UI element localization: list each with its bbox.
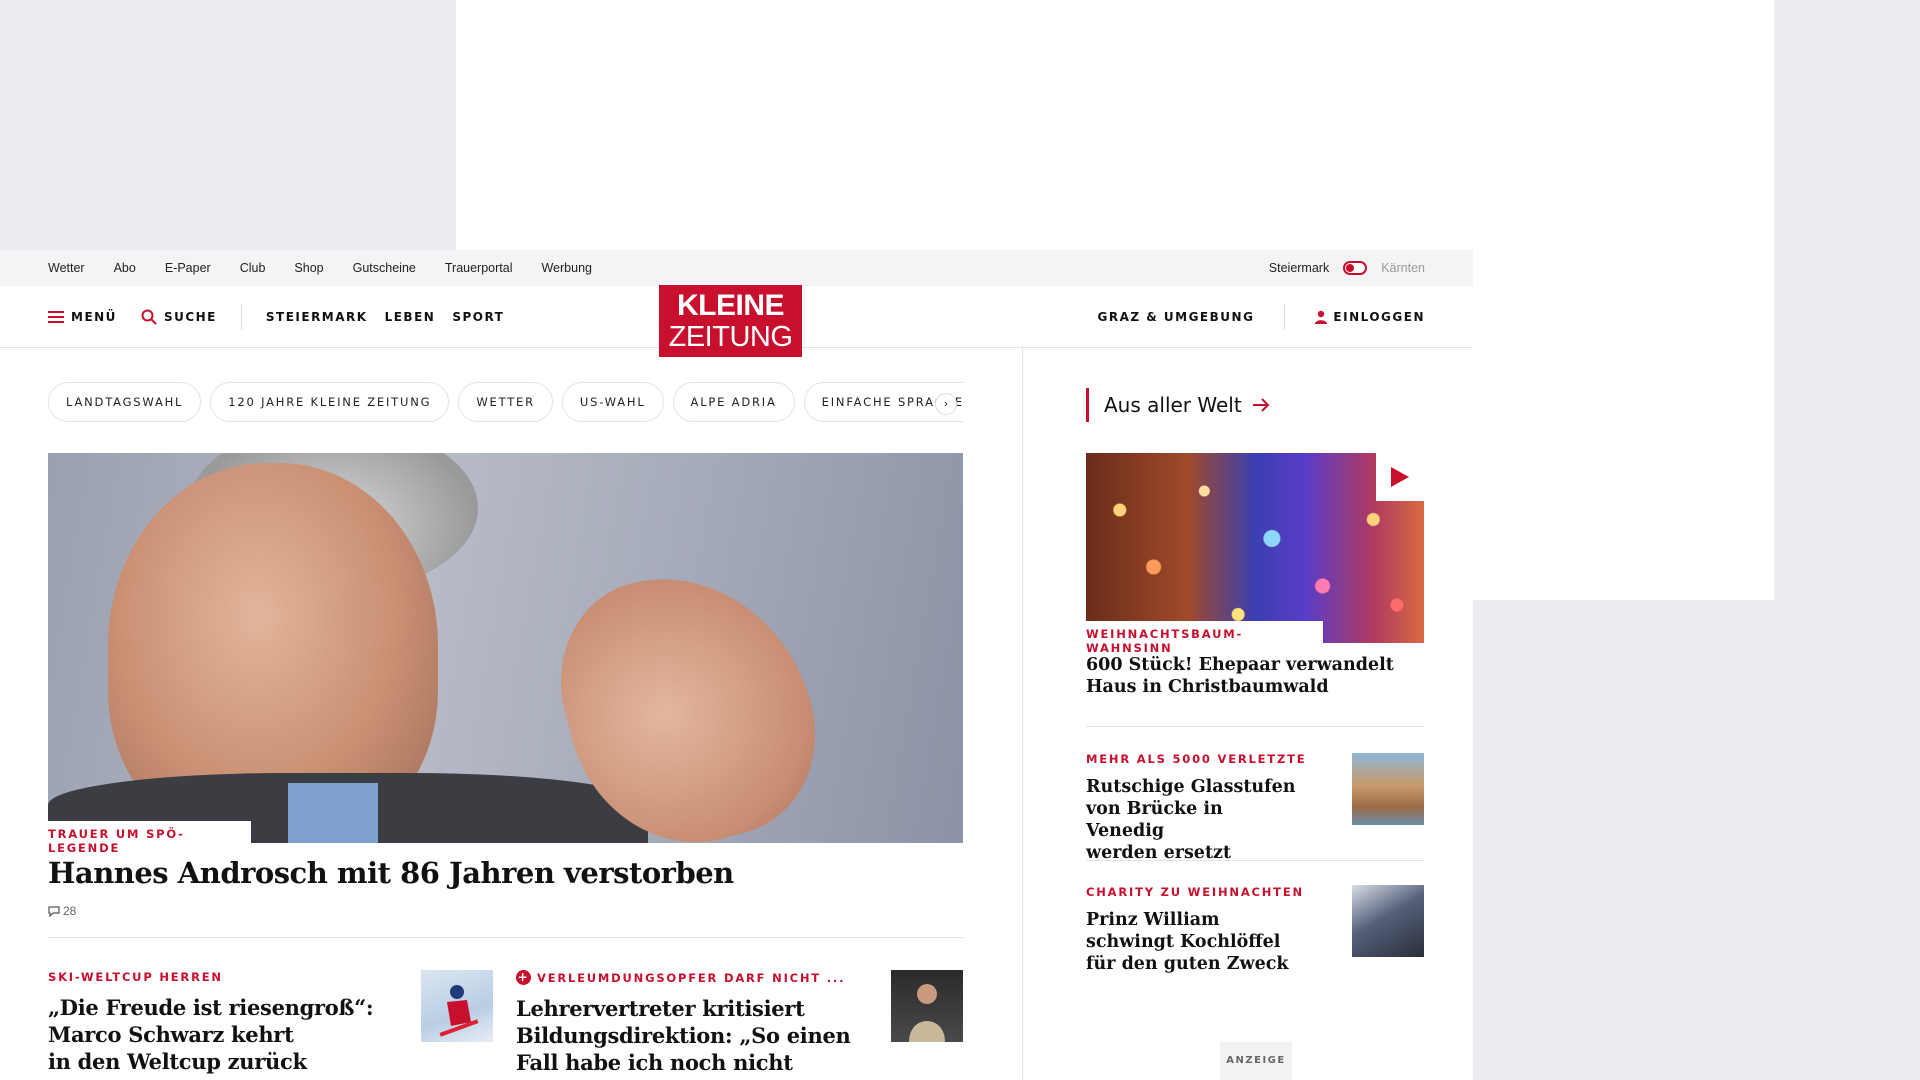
tags-next-button[interactable]: › — [935, 393, 957, 415]
sidebar-heading-link[interactable]: Aus aller Welt — [1086, 388, 1270, 422]
nav-link-local[interactable]: GRAZ & UMGEBUNG — [1098, 310, 1255, 324]
featured-kicker: WEIHNACHTSBAUM-WAHNSINN — [1086, 627, 1244, 655]
article-teaser[interactable]: SKI-WELTCUP HERREN „Die Freude ist riese… — [48, 970, 378, 1075]
region-active-label[interactable]: Steiermark — [1269, 261, 1329, 275]
user-icon — [1315, 310, 1328, 324]
article-thumbnail[interactable] — [421, 970, 493, 1042]
search-button[interactable]: SUCHE — [141, 309, 217, 325]
search-label: SUCHE — [163, 309, 217, 324]
comment-count-value: 28 — [63, 904, 77, 918]
sidebar-teaser[interactable]: CHARITY ZU WEIHNACHTEN Prinz William sch… — [1086, 885, 1424, 975]
divider — [48, 937, 963, 938]
hero-image[interactable] — [48, 453, 963, 843]
service-link-trauerportal[interactable]: Trauerportal — [445, 261, 513, 275]
arrow-right-icon — [1252, 398, 1270, 412]
tag-chip[interactable]: LANDTAGSWAHL — [48, 382, 202, 422]
service-link-abo[interactable]: Abo — [114, 261, 136, 275]
main-navigation: MENÜ SUCHE STEIERMARK LEBEN SPORT KLEINE… — [0, 285, 1473, 357]
article-teaser[interactable]: + VERLEUMDUNGSOPFER DARF NICHT ... Lehre… — [516, 970, 856, 1080]
title-line: Rutschige Glasstufen — [1086, 777, 1296, 797]
nav-divider — [1284, 303, 1286, 330]
topic-tags: LANDTAGSWAHL 120 JAHRE KLEINE ZEITUNG WE… — [48, 382, 963, 422]
nav-divider — [240, 303, 242, 330]
site-logo[interactable]: KLEINE ZEITUNG — [659, 285, 802, 357]
article-thumbnail[interactable] — [1352, 753, 1424, 825]
title-line: Lehrervertreter kritisiert — [516, 996, 805, 1021]
nav-link-leben[interactable]: LEBEN — [385, 310, 436, 324]
service-link-werbung[interactable]: Werbung — [541, 261, 592, 275]
service-link-club[interactable]: Club — [240, 261, 266, 275]
nav-link-steiermark[interactable]: STEIERMARK — [266, 310, 368, 324]
hero-kicker-box: TRAUER UM SPÖ-LEGENDE — [48, 821, 251, 855]
comment-count[interactable]: 28 — [48, 904, 76, 918]
article-title: „Die Freude ist riesengroß“: Marco Schwa… — [48, 994, 378, 1075]
article-kicker: VERLEUMDUNGSOPFER DARF NICHT ... — [537, 970, 846, 985]
divider — [1086, 860, 1424, 861]
tag-chip[interactable]: 120 JAHRE KLEINE ZEITUNG — [210, 382, 450, 422]
service-link-epaper[interactable]: E-Paper — [165, 261, 211, 275]
article-thumbnail[interactable] — [891, 970, 963, 1042]
title-line: für den guten Zweck — [1086, 954, 1289, 974]
title-line: Marco Schwarz kehrt — [48, 1022, 294, 1047]
region-toggle[interactable] — [1343, 261, 1368, 275]
title-line: Bildungsdirektion: „So einen — [516, 1023, 851, 1048]
comment-icon — [48, 905, 60, 917]
ad-banner-top[interactable] — [456, 0, 1774, 250]
featured-kicker-box: WEIHNACHTSBAUM-WAHNSINN — [1086, 621, 1323, 655]
title-line: schwingt Kochlöffel — [1086, 932, 1281, 952]
premium-plus-icon: + — [516, 970, 531, 985]
service-link-wetter[interactable]: Wetter — [48, 261, 85, 275]
region-switch: Steiermark Kärnten — [1269, 261, 1425, 275]
content-area: LANDTAGSWAHL 120 JAHRE KLEINE ZEITUNG WE… — [0, 348, 1473, 1080]
service-link-shop[interactable]: Shop — [294, 261, 323, 275]
title-line: Fall habe ich noch nicht erlebt“ — [516, 1050, 793, 1080]
article-kicker: SKI-WELTCUP HERREN — [48, 970, 223, 984]
title-line: Prinz William — [1086, 910, 1220, 930]
sidebar-heading: Aus aller Welt — [1104, 393, 1242, 417]
region-inactive-label[interactable]: Kärnten — [1381, 261, 1425, 275]
ad-skyscraper-right[interactable] — [1473, 250, 1774, 600]
play-button[interactable] — [1376, 453, 1424, 501]
title-line: Haus in Christbaumwald — [1086, 677, 1329, 697]
article-title: Prinz William schwingt Kochlöffel für de… — [1086, 909, 1306, 975]
article-title: Lehrervertreter kritisiert Bildungsdirek… — [516, 995, 856, 1080]
tag-chip[interactable]: US-WAHL — [561, 382, 664, 422]
featured-video-thumbnail[interactable] — [1086, 453, 1424, 643]
hero-title[interactable]: Hannes Androsch mit 86 Jahren verstorben — [48, 856, 734, 890]
ad-label: ANZEIGE — [1220, 1042, 1292, 1080]
article-thumbnail[interactable] — [1352, 885, 1424, 957]
play-icon — [1391, 467, 1409, 487]
article-title: Rutschige Glasstufen von Brücke in Vened… — [1086, 776, 1306, 864]
login-label: EINLOGGEN — [1333, 309, 1425, 324]
service-bar: Wetter Abo E-Paper Club Shop Gutscheine … — [0, 250, 1473, 286]
article-kicker-wrap: + VERLEUMDUNGSOPFER DARF NICHT ... — [516, 970, 856, 985]
tag-chip[interactable]: ALPE ADRIA — [672, 382, 795, 422]
site-container: Wetter Abo E-Paper Club Shop Gutscheine … — [0, 250, 1473, 1080]
nav-link-sport[interactable]: SPORT — [452, 310, 504, 324]
title-line: 600 Stück! Ehepaar verwandelt — [1086, 655, 1394, 675]
column-divider — [1022, 348, 1023, 1080]
hero-kicker: TRAUER UM SPÖ-LEGENDE — [48, 827, 185, 855]
login-button[interactable]: EINLOGGEN — [1315, 310, 1425, 324]
logo-line-1: KLEINE — [676, 288, 785, 322]
title-line: „Die Freude ist riesengroß“: — [48, 995, 374, 1020]
featured-title[interactable]: 600 Stück! Ehepaar verwandelt Haus in Ch… — [1086, 654, 1406, 698]
divider — [1086, 726, 1424, 727]
title-line: in den Weltcup zurück — [48, 1049, 307, 1074]
menu-label: MENÜ — [71, 309, 117, 324]
tag-chip[interactable]: WETTER — [458, 382, 553, 422]
hamburger-icon — [48, 310, 64, 323]
title-line: von Brücke in Venedig — [1086, 799, 1223, 841]
menu-button[interactable]: MENÜ — [48, 310, 117, 324]
service-link-gutscheine[interactable]: Gutscheine — [353, 261, 416, 275]
search-icon — [141, 309, 157, 325]
sidebar-teaser[interactable]: MEHR ALS 5000 VERLETZTE Rutschige Glasst… — [1086, 752, 1424, 864]
